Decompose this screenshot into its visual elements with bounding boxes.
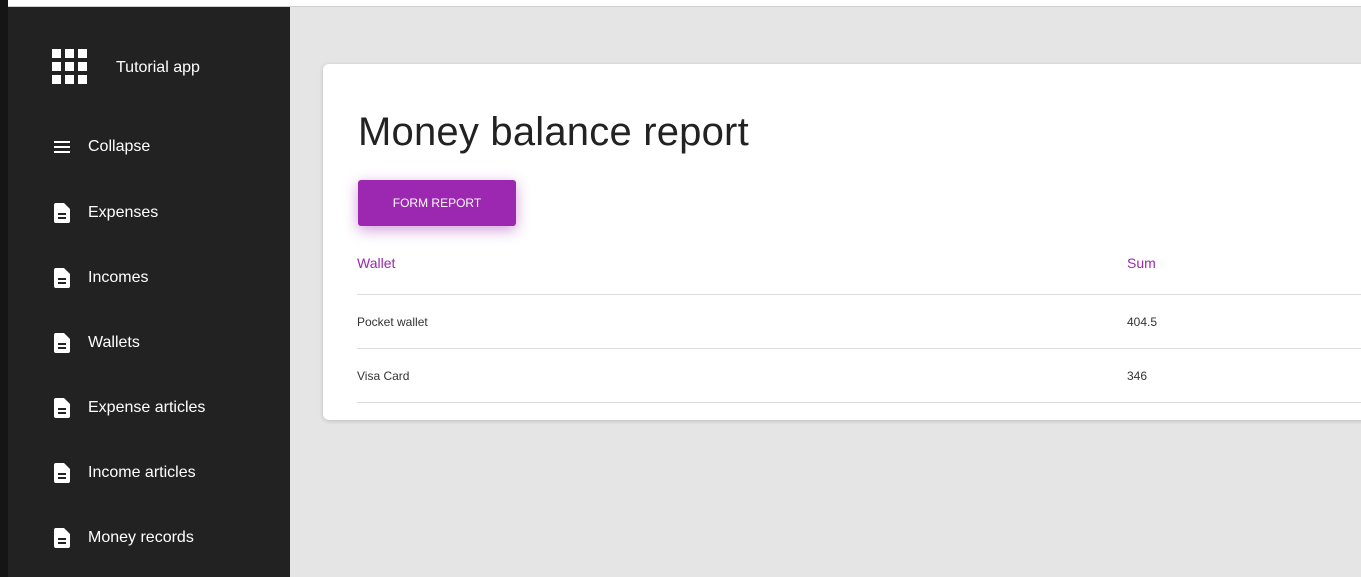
sidebar-item-money-records[interactable]: Money records [8,515,290,561]
form-report-button[interactable]: FORM REPORT [358,180,516,226]
wallet-cell: Visa Card [357,369,410,383]
sidebar-item-label: Expense articles [88,399,206,416]
document-icon [54,398,70,418]
document-icon [54,463,70,483]
hamburger-icon [54,141,70,153]
sidebar-item-label: Incomes [88,269,149,286]
sidebar-item-wallets[interactable]: Wallets [8,320,290,366]
table-row[interactable]: Pocket wallet 404.5 [357,294,1361,348]
sidebar-item-incomes[interactable]: Incomes [8,255,290,301]
window-top-bar [0,0,1361,7]
sidebar-item-label: Money records [88,529,194,546]
document-icon [54,203,70,223]
sidebar-item-collapse[interactable]: Collapse [8,124,290,170]
document-icon [54,333,70,353]
column-header-wallet[interactable]: Wallet [357,255,395,271]
sidebar-item-label: Wallets [88,334,140,351]
table-bottom-divider [357,402,1361,403]
sum-cell: 346 [1127,369,1148,383]
wallet-cell: Pocket wallet [357,315,428,329]
sidebar-item-expense-articles[interactable]: Expense articles [8,385,290,431]
column-header-sum[interactable]: Sum [1127,255,1156,271]
sidebar-item-label: Expenses [88,204,159,221]
document-icon [54,528,70,548]
page-title: Money balance report [358,110,749,154]
sidebar-item-label: Income articles [88,464,196,481]
sidebar: Tutorial app Collapse Expenses Incomes W… [8,7,290,577]
window-edge [0,0,8,577]
document-icon [54,268,70,288]
sidebar-item-expenses[interactable]: Expenses [8,190,290,236]
table-row[interactable]: Visa Card 346 [357,348,1361,402]
app-title: Tutorial app [116,59,200,76]
brand[interactable]: Tutorial app [8,7,290,127]
apps-grid-icon [52,49,87,84]
sum-cell: 404.5 [1127,315,1158,329]
report-card: Money balance report FORM REPORT Wallet … [323,64,1361,420]
app-window: Tutorial app Collapse Expenses Incomes W… [0,0,1361,577]
sidebar-item-income-articles[interactable]: Income articles [8,450,290,496]
sidebar-item-label: Collapse [88,138,151,155]
